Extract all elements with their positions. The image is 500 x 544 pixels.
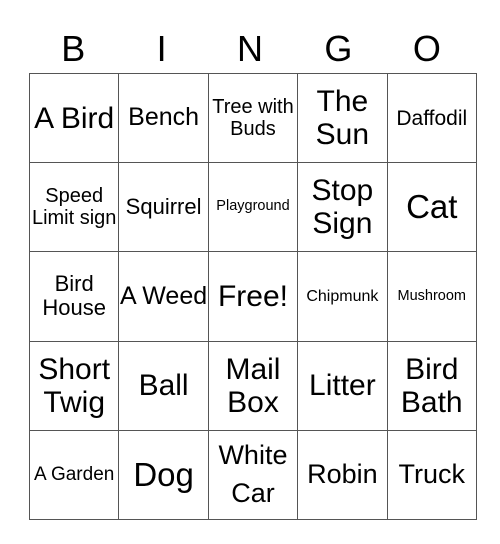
bingo-cell[interactable]: Mail Box bbox=[207, 340, 299, 431]
header-letter-o: O bbox=[412, 28, 441, 69]
bingo-cell[interactable]: Cat bbox=[386, 162, 477, 253]
bingo-header: B I N G O bbox=[29, 26, 471, 72]
bingo-cell[interactable]: Truck bbox=[386, 429, 477, 520]
header-letter-n: N bbox=[237, 28, 264, 69]
bingo-cell[interactable]: Chipmunk bbox=[297, 251, 388, 342]
board-row: Bird House A Weed Free! Chipmunk Mushroo… bbox=[28, 251, 477, 342]
bingo-cell[interactable]: Mushroom bbox=[386, 251, 477, 342]
bingo-cell[interactable]: Stop Sign bbox=[297, 162, 388, 253]
bingo-cell[interactable]: A Garden bbox=[28, 429, 120, 520]
bingo-cell[interactable]: Bench bbox=[118, 72, 209, 164]
bingo-cell-free[interactable]: Free! bbox=[207, 251, 299, 342]
bingo-cell[interactable]: Short Twig bbox=[28, 340, 120, 431]
header-letter-g: G bbox=[324, 28, 353, 69]
header-letter-b: B bbox=[61, 28, 86, 69]
bingo-board: A Bird Bench Tree with Buds The Sun Daff… bbox=[28, 72, 477, 520]
header-letter-i: I bbox=[156, 28, 167, 69]
board-row: Short Twig Ball Mail Box Litter Bird Bat… bbox=[28, 340, 477, 431]
bingo-cell[interactable]: Dog bbox=[118, 429, 209, 520]
board-row: A Bird Bench Tree with Buds The Sun Daff… bbox=[28, 72, 477, 164]
bingo-cell[interactable]: Playground bbox=[207, 162, 299, 253]
bingo-cell[interactable]: Speed Limit sign bbox=[28, 162, 120, 253]
board-row: Speed Limit sign Squirrel Playground Sto… bbox=[28, 162, 477, 253]
bingo-cell[interactable]: Daffodil bbox=[386, 72, 477, 164]
bingo-cell[interactable]: The Sun bbox=[297, 72, 388, 164]
bingo-cell[interactable]: Bird House bbox=[28, 251, 120, 342]
bingo-cell[interactable]: White Car bbox=[207, 429, 299, 520]
bingo-cell[interactable]: A Bird bbox=[28, 72, 120, 164]
bingo-cell[interactable]: Tree with Buds bbox=[207, 72, 299, 164]
bingo-cell[interactable]: Robin bbox=[297, 429, 388, 520]
bingo-cell[interactable]: A Weed bbox=[118, 251, 209, 342]
bingo-cell[interactable]: Litter bbox=[297, 340, 388, 431]
bingo-cell[interactable]: Bird Bath bbox=[386, 340, 477, 431]
board-row: A Garden Dog White Car Robin Truck bbox=[28, 429, 477, 520]
bingo-cell[interactable]: Squirrel bbox=[118, 162, 209, 253]
bingo-cell[interactable]: Ball bbox=[118, 340, 209, 431]
